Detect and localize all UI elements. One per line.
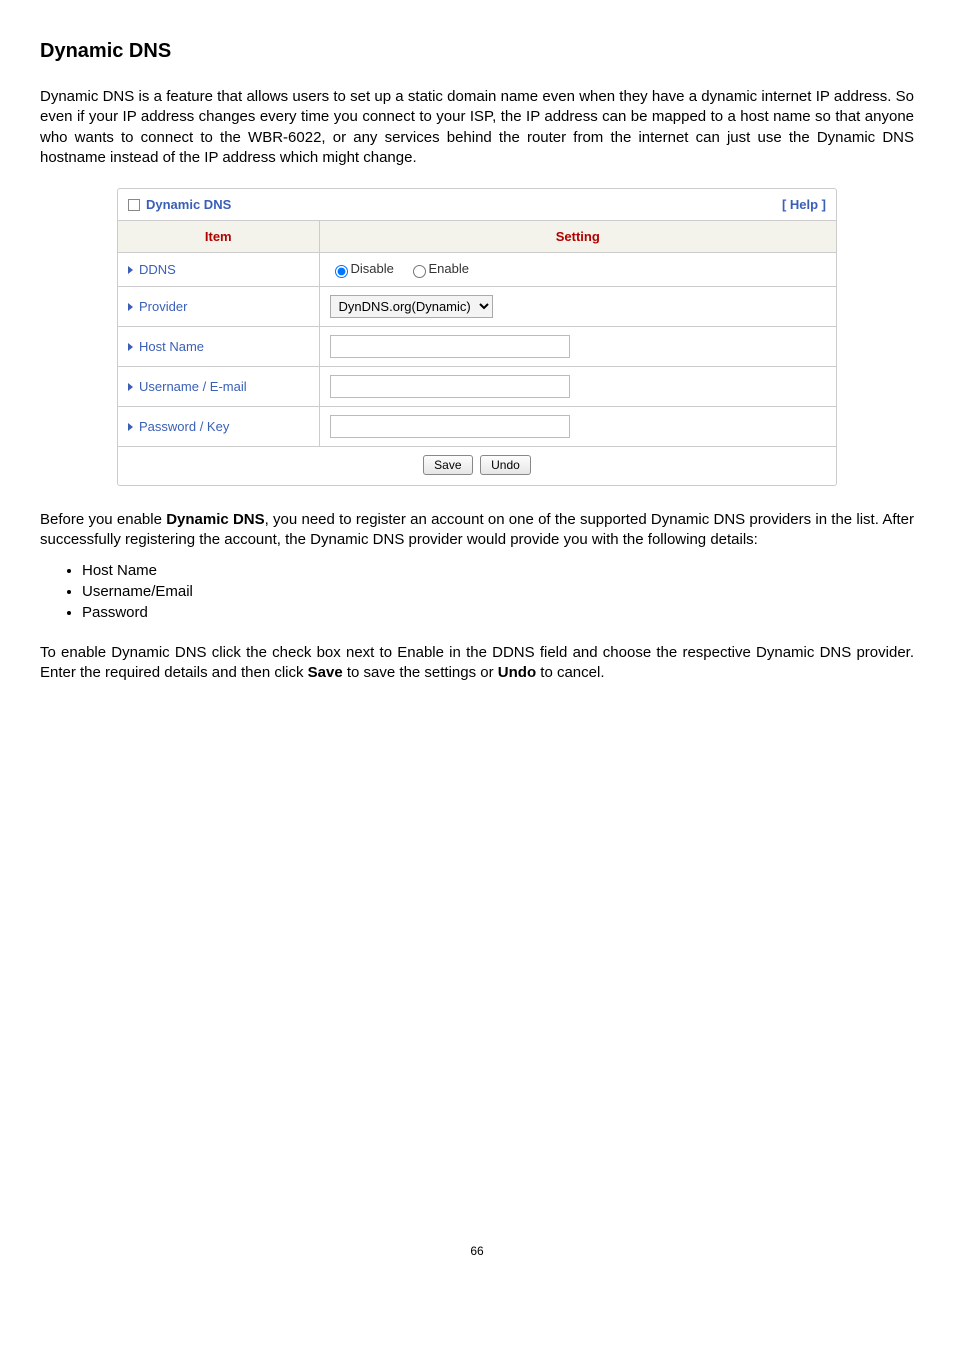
details-list: Host Name Username/Email Password [82,560,914,623]
dynamic-dns-panel: Dynamic DNS [ Help ] Item Setting DDNS [117,188,837,486]
hostname-input[interactable] [330,335,570,358]
table-row: Username / E-mail [118,366,836,406]
hostname-label: Host Name [139,339,204,354]
list-item: Host Name [82,560,914,581]
ddns-radio-group: Disable Enable [330,261,479,276]
undo-button[interactable]: Undo [480,455,531,475]
caret-icon [128,343,133,351]
save-strong: Save [308,664,343,681]
panel-title: Dynamic DNS [146,197,231,212]
username-label: Username / E-mail [139,379,247,394]
dynamic-dns-strong: Dynamic DNS [166,511,264,528]
ddns-disable-label: Disable [351,261,394,276]
provider-select[interactable]: DynDNS.org(Dynamic) [330,295,493,318]
ddns-enable-label: Enable [429,261,469,276]
table-row: Host Name [118,326,836,366]
settings-table: Item Setting DDNS Disable [118,221,836,447]
save-button[interactable]: Save [423,455,472,475]
caret-icon [128,423,133,431]
to-enable-paragraph: To enable Dynamic DNS click the check bo… [40,643,914,684]
text: to cancel. [536,664,604,681]
page-number: 66 [40,1244,914,1258]
page-title: Dynamic DNS [40,40,914,63]
column-setting: Setting [319,221,836,253]
ddns-enable-option[interactable]: Enable [408,261,469,276]
window-icon [128,199,140,211]
ddns-enable-radio[interactable] [413,265,426,278]
panel-footer: Save Undo [118,447,836,485]
before-enable-paragraph: Before you enable Dynamic DNS, you need … [40,510,914,551]
panel-header: Dynamic DNS [ Help ] [118,189,836,221]
intro-paragraph: Dynamic DNS is a feature that allows use… [40,87,914,168]
list-item: Username/Email [82,581,914,602]
help-link[interactable]: [ Help ] [782,197,826,212]
table-row: Password / Key [118,406,836,446]
provider-label: Provider [139,299,187,314]
table-row: Provider DynDNS.org(Dynamic) [118,286,836,326]
ddns-disable-radio[interactable] [335,265,348,278]
caret-icon [128,303,133,311]
ddns-disable-option[interactable]: Disable [330,261,398,276]
list-item: Password [82,602,914,623]
ddns-label: DDNS [139,262,176,277]
table-row: DDNS Disable Enable [118,253,836,287]
text: Before you enable [40,511,166,528]
password-input[interactable] [330,415,570,438]
text: to save the settings or [343,664,498,681]
caret-icon [128,383,133,391]
undo-strong: Undo [498,664,536,681]
password-label: Password / Key [139,419,229,434]
caret-icon [128,266,133,274]
column-item: Item [118,221,319,253]
username-input[interactable] [330,375,570,398]
